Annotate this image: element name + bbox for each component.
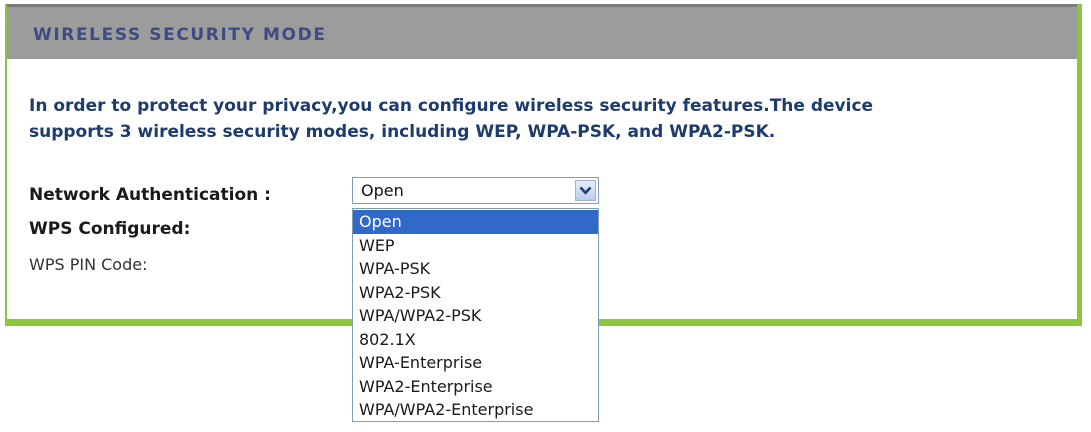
option-wpa-psk[interactable]: WPA-PSK	[353, 257, 598, 281]
option-wpa-wpa2-enterprise[interactable]: WPA/WPA2-Enterprise	[353, 398, 598, 422]
intro-text: In order to protect your privacy,you can…	[29, 93, 1029, 145]
option-wpa-enterprise[interactable]: WPA-Enterprise	[353, 351, 598, 375]
option-wep[interactable]: WEP	[353, 234, 598, 258]
network-authentication-value: Open	[361, 181, 404, 200]
wps-configured-label: WPS Configured:	[29, 219, 191, 239]
chevron-down-icon[interactable]	[575, 180, 596, 201]
option-802-1x[interactable]: 802.1X	[353, 328, 598, 352]
option-wpa2-psk[interactable]: WPA2-PSK	[353, 281, 598, 305]
option-open[interactable]: Open	[353, 210, 598, 234]
network-authentication-dropdown: Open WEP WPA-PSK WPA2-PSK WPA/WPA2-PSK 8…	[352, 208, 599, 422]
network-authentication-label: Network Authentication :	[29, 185, 271, 205]
section-title: WIRELESS SECURITY MODE	[33, 25, 327, 45]
intro-line-2: supports 3 wireless security modes, incl…	[29, 122, 776, 142]
option-wpa2-enterprise[interactable]: WPA2-Enterprise	[353, 375, 598, 399]
section-header: WIRELESS SECURITY MODE	[7, 4, 1077, 59]
intro-line-1: In order to protect your privacy,you can…	[29, 96, 874, 116]
network-authentication-select[interactable]: Open	[352, 177, 599, 204]
wps-pin-code-label: WPS PIN Code:	[29, 255, 148, 274]
option-wpa-wpa2-psk[interactable]: WPA/WPA2-PSK	[353, 304, 598, 328]
